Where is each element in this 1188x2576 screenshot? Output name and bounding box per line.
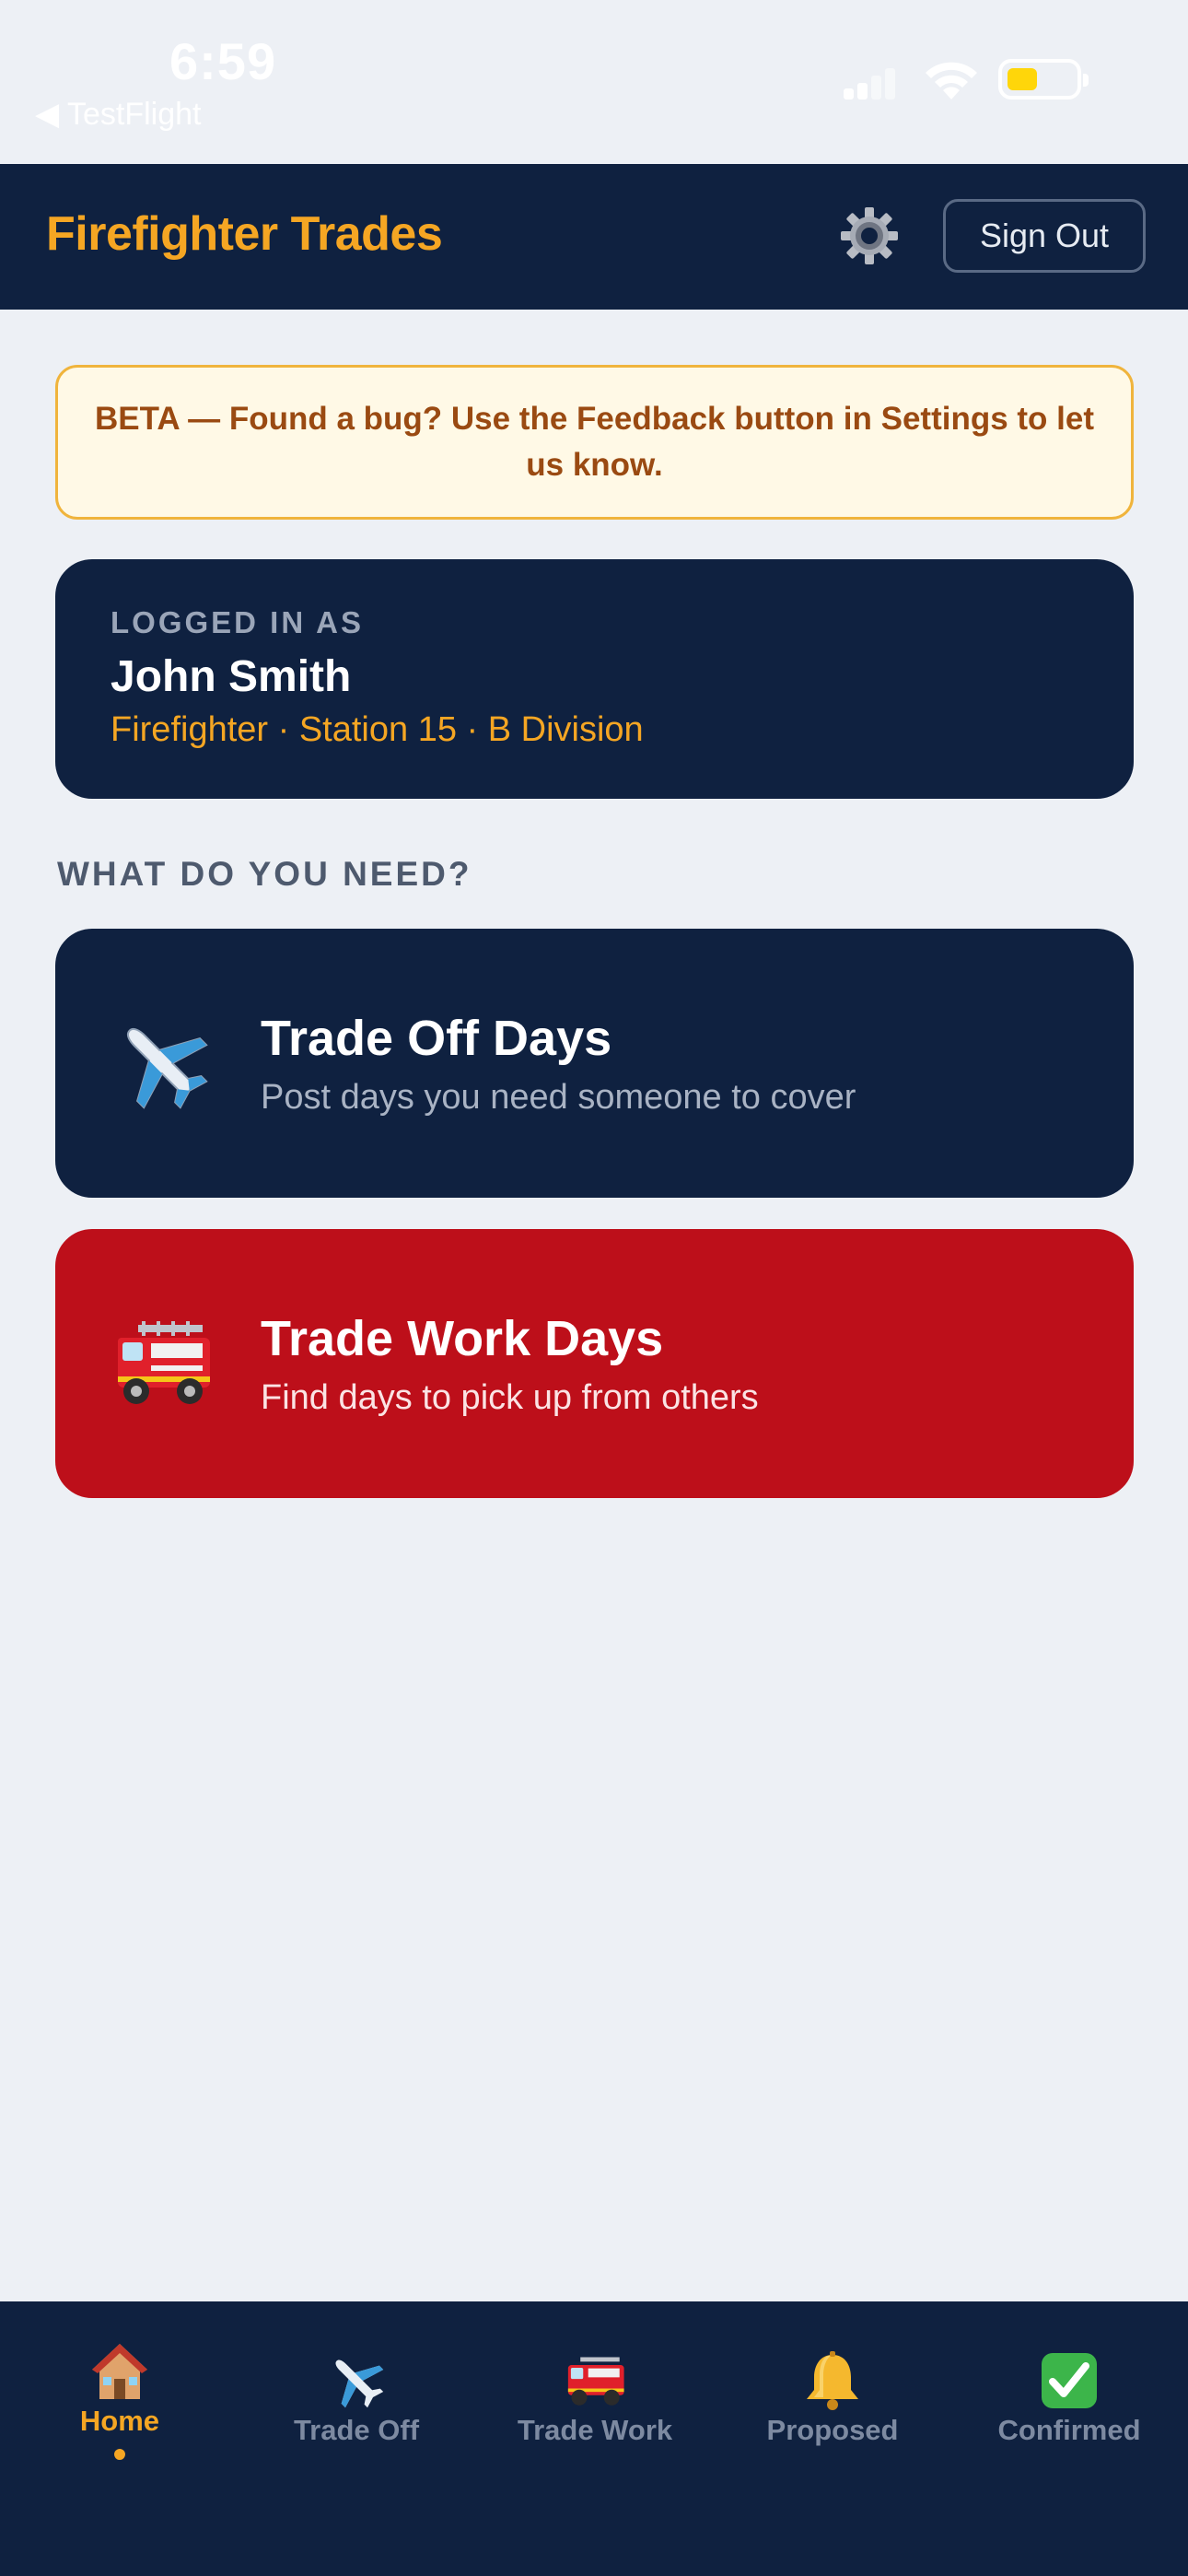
- tab-trade-off-label: Trade Off: [293, 2414, 420, 2446]
- tab-confirmed-label: Confirmed: [997, 2414, 1141, 2446]
- user-name: John Smith: [111, 652, 352, 701]
- tab-proposed-label: Proposed: [766, 2414, 899, 2446]
- logged-in-label: LOGGED IN AS: [111, 605, 364, 639]
- beta-banner-text: BETA — Found a bug? Use the Feedback but…: [95, 401, 1094, 483]
- active-tab-indicator: [114, 2449, 125, 2460]
- trade-off-days-subtitle: Post days you need someone to cover: [261, 1078, 856, 1117]
- fire-engine-icon: [567, 2357, 624, 2406]
- app-header: Firefighter Trades Sign Out: [0, 164, 1188, 310]
- battery-icon: [998, 59, 1089, 100]
- gear-icon: [841, 207, 898, 264]
- airplane-icon: [126, 1027, 208, 1109]
- trade-work-days-title: Trade Work Days: [261, 1311, 664, 1366]
- back-to-testflight-link[interactable]: ◀ TestFlight: [35, 96, 201, 133]
- beta-banner: BETA — Found a bug? Use the Feedback but…: [55, 365, 1134, 520]
- tab-home[interactable]: Home: [14, 2329, 226, 2467]
- check-mark-icon: [1042, 2353, 1097, 2408]
- tab-proposed[interactable]: Proposed: [727, 2329, 938, 2467]
- trade-work-days-subtitle: Find days to pick up from others: [261, 1378, 759, 1417]
- tab-trade-off[interactable]: Trade Off: [250, 2329, 462, 2467]
- tab-home-label: Home: [79, 2405, 160, 2437]
- settings-button[interactable]: [836, 203, 903, 269]
- user-card: LOGGED IN AS John Smith Firefighter · St…: [55, 559, 1134, 799]
- trade-off-days-title: Trade Off Days: [261, 1011, 612, 1066]
- house-icon: [92, 2344, 147, 2399]
- wifi-icon: [926, 62, 977, 100]
- section-label: WHAT DO YOU NEED?: [57, 855, 472, 893]
- trade-off-days-card[interactable]: Trade Off Days Post days you need someon…: [55, 929, 1134, 1198]
- cellular-signal-icon: [844, 66, 895, 100]
- airplane-icon: [335, 2359, 384, 2408]
- tab-bar: Home Trade Off Trade Work Proposed Confi…: [0, 2301, 1188, 2576]
- tab-trade-work[interactable]: Trade Work: [489, 2329, 701, 2467]
- trade-work-days-card[interactable]: Trade Work Days Find days to pick up fro…: [55, 1229, 1134, 1498]
- fire-engine-icon: [118, 1321, 210, 1404]
- sign-out-button[interactable]: Sign Out: [943, 199, 1146, 273]
- user-meta: Firefighter · Station 15 · B Division: [111, 710, 644, 749]
- bell-icon: [807, 2351, 858, 2410]
- tab-trade-work-label: Trade Work: [517, 2414, 673, 2446]
- status-time: 6:59: [169, 32, 277, 90]
- tab-confirmed[interactable]: Confirmed: [963, 2329, 1175, 2467]
- app-title: Firefighter Trades: [46, 207, 443, 261]
- status-bar: 6:59 ◀ TestFlight: [0, 0, 1188, 164]
